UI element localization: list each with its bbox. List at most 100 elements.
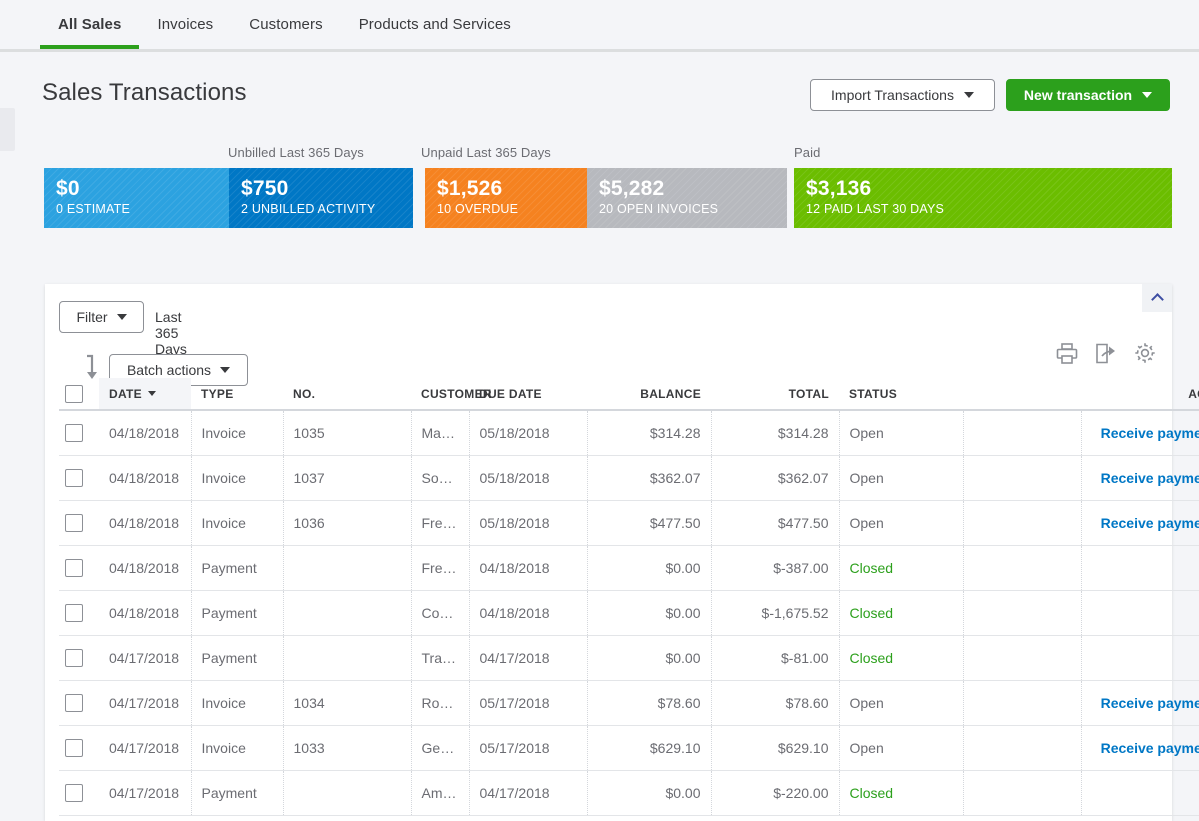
table-row[interactable]: 04/18/2018Invoice1037Sonnenschein F...05… xyxy=(59,455,1199,500)
column-header-date[interactable]: DATE xyxy=(99,378,191,410)
cell-spacer xyxy=(963,680,1081,725)
column-header-balance[interactable]: BALANCE xyxy=(587,378,711,410)
column-header-customer[interactable]: CUSTOMER xyxy=(411,378,469,410)
status-badge: Open xyxy=(850,515,884,531)
tab-customers[interactable]: Customers xyxy=(231,0,340,49)
cell-number xyxy=(283,635,411,680)
batch-actions-label: Batch actions xyxy=(127,362,211,378)
money-bar-segment[interactable]: $00 ESTIMATE xyxy=(44,168,229,228)
status-badge: Closed xyxy=(850,560,894,576)
money-bar-amount: $1,526 xyxy=(437,177,587,201)
row-checkbox[interactable] xyxy=(65,784,83,802)
cell-spacer xyxy=(963,500,1081,545)
receive-payment-link[interactable]: Receive payment xyxy=(1101,515,1199,531)
row-checkbox[interactable] xyxy=(65,469,83,487)
table-row[interactable]: 04/17/2018PaymentAmy's Bird San...04/17/… xyxy=(59,770,1199,815)
column-header-status[interactable]: STATUS xyxy=(839,378,963,410)
select-all-checkbox[interactable] xyxy=(65,385,83,403)
tab-products-and-services[interactable]: Products and Services xyxy=(341,0,529,49)
cell-customer: Travis Waldron xyxy=(411,635,469,680)
chevron-up-icon xyxy=(1151,293,1164,306)
gear-icon[interactable] xyxy=(1134,342,1156,364)
receive-payment-link[interactable]: Receive payment xyxy=(1101,470,1199,486)
row-checkbox[interactable] xyxy=(65,424,83,442)
cell-type: Invoice xyxy=(191,455,283,500)
column-header-blank[interactable] xyxy=(963,378,1081,410)
row-checkbox[interactable] xyxy=(65,559,83,577)
table-row[interactable]: 04/18/2018Invoice1035Mark Cho05/18/2018$… xyxy=(59,410,1199,455)
money-bar-segment[interactable]: $7502 UNBILLED ACTIVITY xyxy=(229,168,413,228)
cell-due-date: 04/18/2018 xyxy=(469,545,587,590)
row-checkbox[interactable] xyxy=(65,649,83,667)
status-badge: Closed xyxy=(850,785,894,801)
filter-button[interactable]: Filter xyxy=(59,301,144,333)
cell-date: 04/17/2018 xyxy=(99,680,191,725)
cell-spacer xyxy=(963,770,1081,815)
row-checkbox[interactable] xyxy=(65,514,83,532)
status-badge: Open xyxy=(850,740,884,756)
money-bar-sublabel: 20 OPEN INVOICES xyxy=(599,202,787,216)
column-header-action[interactable]: ACTION xyxy=(1081,378,1199,410)
row-checkbox[interactable] xyxy=(65,604,83,622)
tab-list: All Sales InvoicesCustomersProducts and S… xyxy=(40,0,529,52)
table-row[interactable]: 04/18/2018Invoice1036Freeman Sporti...05… xyxy=(59,500,1199,545)
money-bar-segment[interactable]: $3,13612 PAID LAST 30 DAYS xyxy=(794,168,1172,228)
cell-date: 04/18/2018 xyxy=(99,590,191,635)
table-row[interactable]: 04/17/2018Invoice1034Rondonuwu Fru...05/… xyxy=(59,680,1199,725)
chevron-down-icon xyxy=(117,314,127,320)
cell-action: Receive payment xyxy=(1081,680,1199,725)
money-bar: Unbilled Last 365 DaysUnpaid Last 365 Da… xyxy=(0,140,1199,232)
sort-direction-icon[interactable] xyxy=(81,354,101,380)
cell-action xyxy=(1081,770,1199,815)
cell-number: 1037 xyxy=(283,455,411,500)
column-header-label: TYPE xyxy=(201,387,234,401)
row-checkbox[interactable] xyxy=(65,739,83,757)
cell-customer: Sonnenschein F... xyxy=(411,455,469,500)
row-select-cell xyxy=(59,545,99,590)
print-icon[interactable] xyxy=(1056,343,1078,364)
cell-status: Closed xyxy=(839,770,963,815)
new-transaction-button[interactable]: New transaction xyxy=(1006,79,1170,111)
cell-customer: Freeman Sporti... xyxy=(411,500,469,545)
transactions-table: DATETYPENO.CUSTOMERDUE DATEBALANCETOTALS… xyxy=(59,378,1199,816)
column-header-label: DATE xyxy=(109,387,142,401)
cell-balance: $78.60 xyxy=(587,680,711,725)
table-row[interactable]: 04/17/2018PaymentTravis Waldron04/17/201… xyxy=(59,635,1199,680)
table-row[interactable]: 04/17/2018Invoice1033Geeta Kalapatapu05/… xyxy=(59,725,1199,770)
column-header-total[interactable]: TOTAL xyxy=(711,378,839,410)
export-icon[interactable] xyxy=(1095,343,1117,364)
cell-action: Receive payment xyxy=(1081,410,1199,455)
row-checkbox[interactable] xyxy=(65,694,83,712)
money-bar-amount: $0 xyxy=(56,177,229,201)
table-row[interactable]: 04/18/2018PaymentFreeman Sporti...04/18/… xyxy=(59,545,1199,590)
tab-invoices[interactable]: Invoices xyxy=(139,0,231,49)
tab-label: All Sales xyxy=(58,16,121,33)
date-range-label: Last 365 Days xyxy=(155,309,187,357)
column-header-no-[interactable]: NO. xyxy=(283,378,411,410)
panel-collapse-button[interactable] xyxy=(1142,284,1172,312)
column-header-due-date[interactable]: DUE DATE xyxy=(469,378,587,410)
cell-due-date: 04/17/2018 xyxy=(469,635,587,680)
cell-type: Payment xyxy=(191,770,283,815)
cell-balance: $0.00 xyxy=(587,635,711,680)
row-select-cell xyxy=(59,500,99,545)
money-bar-sublabel: 10 OVERDUE xyxy=(437,202,587,216)
tab-all-sales[interactable]: All Sales xyxy=(40,0,139,49)
money-bar-sublabel: 12 PAID LAST 30 DAYS xyxy=(806,202,1172,216)
cell-number: 1034 xyxy=(283,680,411,725)
money-bar-segment[interactable]: $5,28220 OPEN INVOICES xyxy=(587,168,787,228)
column-header-type[interactable]: TYPE xyxy=(191,378,283,410)
import-transactions-button[interactable]: Import Transactions xyxy=(810,79,995,111)
cell-balance: $0.00 xyxy=(587,770,711,815)
cell-due-date: 05/18/2018 xyxy=(469,455,587,500)
cell-status: Closed xyxy=(839,545,963,590)
receive-payment-link[interactable]: Receive payment xyxy=(1101,695,1199,711)
money-bar-segment[interactable]: $1,52610 OVERDUE xyxy=(425,168,587,228)
column-header-label: NO. xyxy=(293,387,315,401)
receive-payment-link[interactable]: Receive payment xyxy=(1101,740,1199,756)
cell-type: Invoice xyxy=(191,410,283,455)
table-row[interactable]: 04/18/2018PaymentCool Cars04/18/2018$0.0… xyxy=(59,590,1199,635)
cell-date: 04/17/2018 xyxy=(99,725,191,770)
table-tool-icons xyxy=(1056,342,1156,364)
receive-payment-link[interactable]: Receive payment xyxy=(1101,425,1199,441)
